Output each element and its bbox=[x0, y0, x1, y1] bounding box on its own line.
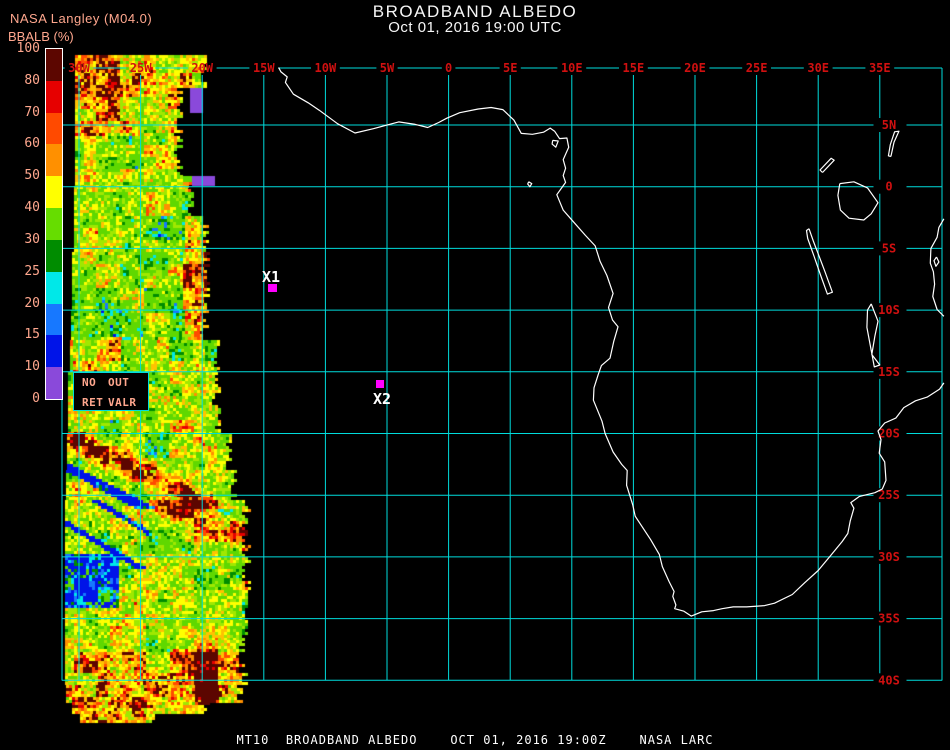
lat-label: 5N bbox=[882, 118, 896, 132]
albedo-plot-screen: 30W 25W 20W 15W 10W 5W 0 5E 10E 15E 20E 25E 30E 35E 5N… bbox=[0, 0, 950, 750]
lat-label: 5S bbox=[882, 241, 896, 255]
colorbar-segment bbox=[46, 80, 62, 113]
marker-label: X2 bbox=[373, 390, 391, 408]
legend-valr-label: VALR bbox=[108, 396, 137, 409]
colorbar-tick-label: 20 bbox=[24, 295, 40, 311]
footer-caption: MT10 BROADBAND ALBEDO OCT 01, 2016 19:00… bbox=[236, 733, 714, 747]
colorbar-tick-label: 0 bbox=[32, 391, 40, 406]
legend-out-label: OUT bbox=[108, 376, 130, 389]
lat-label: 25S bbox=[878, 488, 900, 502]
lon-label: 20E bbox=[684, 61, 706, 75]
lat-label: 0 bbox=[885, 180, 892, 194]
coastline-path bbox=[819, 157, 835, 173]
lat-label: 20S bbox=[878, 427, 900, 441]
lon-label: 25E bbox=[746, 61, 768, 75]
colorbar-tick-label: 15 bbox=[24, 327, 40, 343]
lat-label: 35S bbox=[878, 612, 900, 626]
lon-label: 35E bbox=[869, 61, 891, 75]
colorbar-segment bbox=[46, 112, 62, 145]
coastline-path bbox=[933, 256, 940, 267]
lat-label: 15S bbox=[878, 365, 900, 379]
marker-label: X1 bbox=[262, 268, 280, 286]
marker-point bbox=[376, 380, 384, 388]
legend-no-label: NO bbox=[82, 376, 97, 389]
coastline-path bbox=[527, 181, 533, 188]
colorbar-segment bbox=[46, 49, 62, 81]
source-label: NASA Langley (M04.0) bbox=[10, 11, 153, 26]
colorbar-tick-label: 30 bbox=[24, 231, 40, 247]
colorbar-tick-label: 60 bbox=[24, 136, 40, 152]
lon-label: 0 bbox=[445, 61, 452, 75]
lon-label: 20W bbox=[191, 61, 213, 75]
colorbar-tick-label: 40 bbox=[24, 200, 40, 216]
legend-box: NO OUT RET VALR bbox=[73, 372, 149, 411]
lon-label: 25W bbox=[130, 61, 152, 75]
colorbar-tick-label: 80 bbox=[24, 72, 40, 88]
colorbar-segment bbox=[46, 367, 62, 399]
lon-label: 10W bbox=[315, 61, 337, 75]
colorbar-segment bbox=[46, 144, 62, 177]
coastline-path bbox=[278, 67, 945, 617]
colorbar-segment bbox=[46, 239, 62, 272]
colorbar-segment bbox=[46, 303, 62, 336]
lon-label: 30E bbox=[807, 61, 829, 75]
lat-label: 40S bbox=[878, 673, 900, 687]
colorbar-tick-label: 70 bbox=[24, 104, 40, 120]
colorbar-tick-label: 10 bbox=[24, 359, 40, 375]
lon-label: 5W bbox=[380, 61, 395, 75]
colorbar-segment bbox=[46, 271, 62, 304]
lon-label: 30W bbox=[68, 61, 90, 75]
colorbar-tick-label: 100 bbox=[16, 41, 40, 56]
colorbar bbox=[45, 48, 63, 400]
coastline-path bbox=[837, 181, 879, 221]
coastline-path bbox=[887, 130, 900, 158]
lon-label: 15W bbox=[253, 61, 275, 75]
colorbar-segment bbox=[46, 176, 62, 209]
lon-label: 10E bbox=[561, 61, 583, 75]
coastline-path bbox=[805, 228, 833, 295]
colorbar-segment bbox=[46, 335, 62, 368]
legend-ret-label: RET bbox=[82, 396, 104, 409]
lat-label: 30S bbox=[878, 550, 900, 564]
coastline-path bbox=[551, 139, 559, 148]
lat-label: 10S bbox=[878, 303, 900, 317]
lon-label: 5E bbox=[503, 61, 517, 75]
colorbar-tick-label: 50 bbox=[24, 168, 40, 184]
colorbar-tick-label: 25 bbox=[24, 263, 40, 279]
lon-label: 15E bbox=[623, 61, 645, 75]
colorbar-segment bbox=[46, 208, 62, 240]
